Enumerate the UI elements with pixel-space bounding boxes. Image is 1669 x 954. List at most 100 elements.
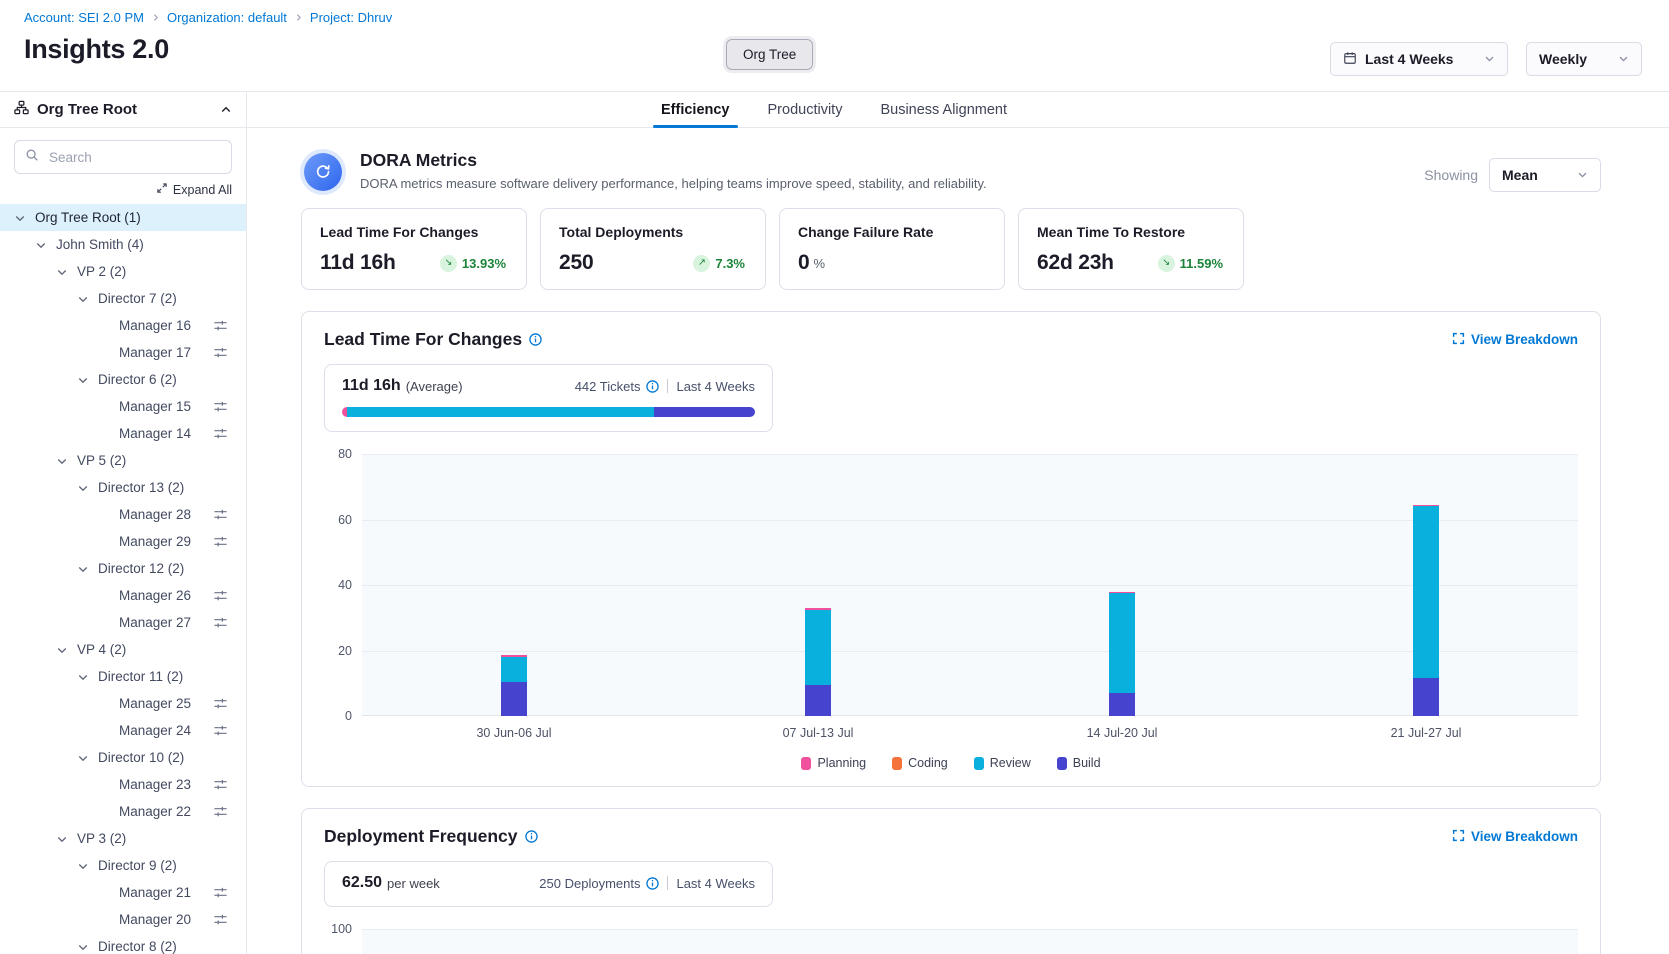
metric-title: Total Deployments [559, 224, 747, 240]
tree-item-manager-16[interactable]: Manager 16 [0, 312, 246, 339]
dora-header: DORA Metrics DORA metrics measure softwa… [301, 150, 1601, 192]
chevron-down-icon[interactable] [77, 482, 93, 494]
tree-item-director-8-2[interactable]: Director 8 (2) [0, 933, 246, 954]
bar-segment-planning-14-jul-20-jul [1109, 592, 1135, 594]
chevron-down-icon[interactable] [56, 644, 72, 656]
chevron-down-icon[interactable] [14, 212, 30, 224]
breadcrumb-link-account[interactable]: Account: SEI 2.0 PM [24, 10, 144, 25]
sliders-icon[interactable] [213, 534, 228, 549]
chevron-down-icon[interactable] [77, 941, 93, 953]
tree-item-label: Director 9 (2) [98, 858, 177, 873]
metric-card-total-deployments: Total Deployments250↗7.3% [540, 208, 766, 290]
sliders-icon[interactable] [213, 696, 228, 711]
sliders-icon[interactable] [213, 426, 228, 441]
tree-item-label: Manager 22 [119, 804, 191, 819]
sliders-icon[interactable] [213, 723, 228, 738]
chevron-down-icon[interactable] [77, 374, 93, 386]
chevron-down-icon[interactable] [56, 833, 72, 845]
lead-time-distribution-bar [342, 407, 755, 417]
chevron-down-icon [1484, 51, 1495, 67]
tree-item-vp-5-2[interactable]: VP 5 (2) [0, 447, 246, 474]
bar-segment-planning-30-jun-06-jul [501, 655, 527, 657]
info-icon[interactable] [529, 333, 542, 346]
search-input[interactable] [47, 149, 221, 166]
sliders-icon[interactable] [213, 507, 228, 522]
bar-segment-build-14-jul-20-jul [1109, 693, 1135, 716]
gridline [362, 929, 1578, 930]
tree-item-label: Manager 20 [119, 912, 191, 927]
date-range-value: Last 4 Weeks [1365, 51, 1476, 67]
tree-item-director-11-2[interactable]: Director 11 (2) [0, 663, 246, 690]
tree-item-manager-25[interactable]: Manager 25 [0, 690, 246, 717]
info-icon[interactable] [646, 877, 659, 890]
chevron-down-icon[interactable] [35, 239, 51, 251]
tab-business-alignment[interactable]: Business Alignment [878, 92, 1009, 127]
tree-item-manager-15[interactable]: Manager 15 [0, 393, 246, 420]
chevron-down-icon[interactable] [77, 671, 93, 683]
tree-item-manager-24[interactable]: Manager 24 [0, 717, 246, 744]
tree-item-manager-17[interactable]: Manager 17 [0, 339, 246, 366]
chevron-down-icon[interactable] [77, 293, 93, 305]
tree-item-manager-23[interactable]: Manager 23 [0, 771, 246, 798]
sliders-icon[interactable] [213, 588, 228, 603]
bar-segment-planning-07-jul-13-jul [805, 608, 831, 610]
tree-item-manager-27[interactable]: Manager 27 [0, 609, 246, 636]
tree-item-org-tree-root-1[interactable]: Org Tree Root (1) [0, 204, 246, 231]
sliders-icon[interactable] [213, 885, 228, 900]
deployment-view-breakdown-link[interactable]: View Breakdown [1452, 829, 1578, 845]
showing-select[interactable]: Mean [1489, 158, 1601, 192]
sliders-icon[interactable] [213, 615, 228, 630]
tree-item-john-smith-4[interactable]: John Smith (4) [0, 231, 246, 258]
tree-item-vp-3-2[interactable]: VP 3 (2) [0, 825, 246, 852]
legend-label: Coding [908, 756, 948, 770]
org-tree-button[interactable]: Org Tree [726, 39, 813, 70]
tree-item-manager-28[interactable]: Manager 28 [0, 501, 246, 528]
tree-item-director-6-2[interactable]: Director 6 (2) [0, 366, 246, 393]
tab-efficiency[interactable]: Efficiency [659, 92, 732, 127]
tree-item-director-9-2[interactable]: Director 9 (2) [0, 852, 246, 879]
info-icon[interactable] [525, 830, 538, 843]
tree-item-director-7-2[interactable]: Director 7 (2) [0, 285, 246, 312]
tree-item-director-10-2[interactable]: Director 10 (2) [0, 744, 246, 771]
tree-item-manager-20[interactable]: Manager 20 [0, 906, 246, 933]
expand-all-label: Expand All [173, 183, 232, 197]
lead-time-view-breakdown-link[interactable]: View Breakdown [1452, 332, 1578, 348]
breadcrumb-link-project[interactable]: Project: Dhruv [310, 10, 392, 25]
tree-item-vp-2-2[interactable]: VP 2 (2) [0, 258, 246, 285]
lead-time-summary-meta: 442 Tickets Last 4 Weeks [575, 379, 755, 394]
sliders-icon[interactable] [213, 399, 228, 414]
tree-item-manager-21[interactable]: Manager 21 [0, 879, 246, 906]
granularity-select[interactable]: Weekly [1526, 42, 1642, 76]
tree-item-label: Manager 23 [119, 777, 191, 792]
tree-item-director-13-2[interactable]: Director 13 (2) [0, 474, 246, 501]
chevron-down-icon[interactable] [77, 860, 93, 872]
sliders-icon[interactable] [213, 318, 228, 333]
expand-all-button[interactable]: Expand All [14, 182, 232, 197]
tree-item-manager-26[interactable]: Manager 26 [0, 582, 246, 609]
dora-description: DORA metrics measure software delivery p… [360, 176, 987, 191]
insights-page: Account: SEI 2.0 PM Organization: default… [0, 0, 1669, 954]
deployment-title: Deployment Frequency [324, 826, 518, 847]
breadcrumb-link-organization[interactable]: Organization: default [167, 10, 287, 25]
tree-item-vp-4-2[interactable]: VP 4 (2) [0, 636, 246, 663]
metric-title: Mean Time To Restore [1037, 224, 1225, 240]
chevron-down-icon[interactable] [77, 752, 93, 764]
sliders-icon[interactable] [213, 777, 228, 792]
tree-item-manager-22[interactable]: Manager 22 [0, 798, 246, 825]
chevron-down-icon[interactable] [56, 266, 72, 278]
sidebar-collapse-button[interactable] [220, 104, 232, 116]
lead-time-panel-header: Lead Time For Changes View Breakdown [324, 329, 1578, 350]
tree-item-manager-29[interactable]: Manager 29 [0, 528, 246, 555]
chevron-down-icon[interactable] [56, 455, 72, 467]
sliders-icon[interactable] [213, 912, 228, 927]
tree-item-label: Manager 29 [119, 534, 191, 549]
date-range-select[interactable]: Last 4 Weeks [1330, 42, 1508, 76]
tree-item-manager-14[interactable]: Manager 14 [0, 420, 246, 447]
tab-productivity[interactable]: Productivity [766, 92, 845, 127]
chevron-down-icon[interactable] [77, 563, 93, 575]
tree-item-label: Manager 17 [119, 345, 191, 360]
info-icon[interactable] [646, 380, 659, 393]
sliders-icon[interactable] [213, 804, 228, 819]
sliders-icon[interactable] [213, 345, 228, 360]
tree-item-director-12-2[interactable]: Director 12 (2) [0, 555, 246, 582]
